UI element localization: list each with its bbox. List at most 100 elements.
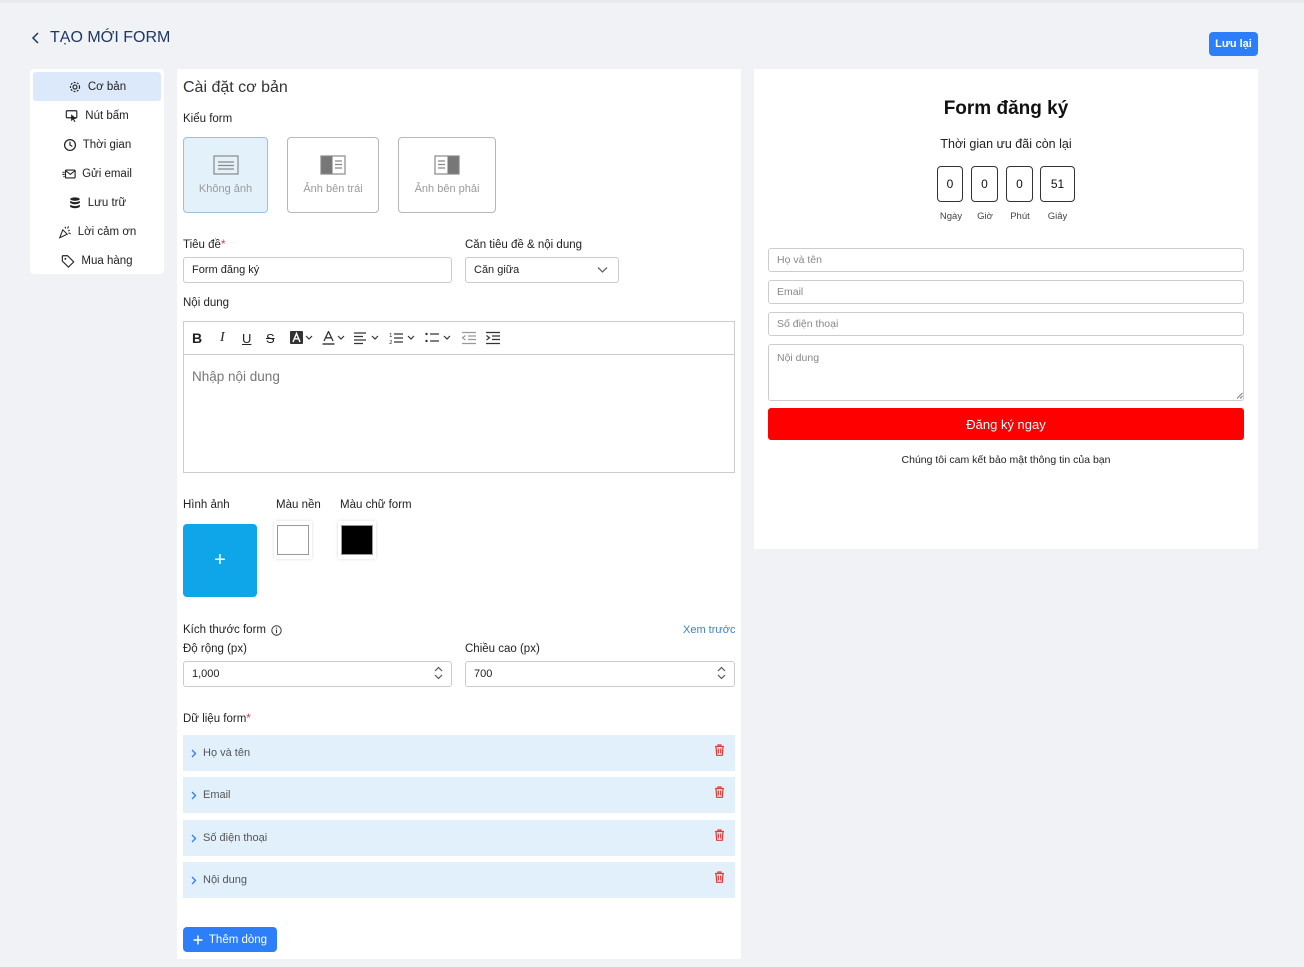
chevron-down-icon[interactable] bbox=[717, 674, 726, 680]
info-icon[interactable] bbox=[271, 624, 282, 636]
form-type-no-image[interactable]: Không ảnh bbox=[183, 137, 268, 213]
sidebar-item-label: Nút bấm bbox=[85, 109, 129, 122]
preview-name-input[interactable]: Họ và tên bbox=[768, 248, 1244, 272]
trash-icon[interactable] bbox=[714, 829, 725, 841]
countdown-unit: Giây bbox=[1047, 211, 1068, 222]
title-input[interactable]: Form đăng ký bbox=[183, 257, 452, 283]
sidebar-item-time[interactable]: Thời gian bbox=[33, 130, 161, 159]
back-button[interactable]: TẠO MỚI FORM bbox=[30, 29, 170, 47]
database-icon bbox=[69, 196, 80, 208]
align-left-icon bbox=[354, 332, 379, 345]
indent-button[interactable] bbox=[485, 328, 501, 348]
svg-text:2: 2 bbox=[389, 340, 393, 345]
gear-icon bbox=[69, 81, 80, 92]
chevron-down-icon[interactable] bbox=[434, 674, 443, 680]
preview-title: Form đăng ký bbox=[943, 98, 1069, 119]
text-color-swatch bbox=[341, 525, 373, 555]
bg-color-picker[interactable] bbox=[274, 521, 312, 559]
size-label-text: Kích thước form bbox=[183, 624, 266, 636]
align-select[interactable]: Căn giữa bbox=[465, 257, 619, 283]
required-mark: * bbox=[220, 239, 226, 251]
sidebar-item-storage[interactable]: Lưu trữ bbox=[33, 188, 161, 217]
chevron-up-icon[interactable] bbox=[717, 666, 726, 672]
fields-label-text: Dữ liệu form bbox=[183, 713, 247, 725]
width-stepper[interactable] bbox=[434, 666, 443, 680]
sidebar-item-email[interactable]: Gửi email bbox=[33, 159, 161, 188]
width-label: Độ rộng (px) bbox=[183, 643, 247, 655]
sidebar-item-label: Mua hàng bbox=[81, 254, 133, 267]
title-label: Tiêu đề* bbox=[183, 239, 225, 251]
strikethrough-button[interactable]: S bbox=[264, 328, 282, 348]
trash-icon[interactable] bbox=[714, 744, 725, 756]
privacy-note: Chúng tôi cam kết bảo mật thông tin của … bbox=[901, 454, 1111, 466]
form-type-image-left[interactable]: Ảnh bên trái bbox=[287, 137, 379, 213]
image-left-layout-icon bbox=[320, 155, 346, 175]
sidebar-item-label: Lưu trữ bbox=[87, 196, 127, 209]
form-preview: Form đăng ký Thời gian ưu đãi còn lại 0 … bbox=[754, 69, 1258, 549]
align-button[interactable] bbox=[354, 328, 381, 348]
align-select-value: Căn giữa bbox=[474, 264, 520, 276]
field-row-label: Họ và tên bbox=[203, 747, 251, 759]
trash-icon[interactable] bbox=[714, 786, 725, 798]
resize-handle-icon[interactable] bbox=[1236, 392, 1243, 399]
ordered-list-button[interactable]: 12 bbox=[389, 328, 417, 348]
image-label: Hình ảnh bbox=[183, 499, 230, 511]
trash-icon[interactable] bbox=[714, 871, 725, 883]
bullet-list-button[interactable] bbox=[425, 328, 453, 348]
form-type-label: Ảnh bên trái bbox=[303, 183, 363, 195]
chevron-up-icon[interactable] bbox=[434, 666, 443, 672]
height-stepper[interactable] bbox=[717, 666, 726, 680]
preview-submit-button[interactable]: Đăng ký ngay bbox=[768, 408, 1244, 440]
chevron-left-icon bbox=[31, 32, 39, 44]
sidebar-item-basic[interactable]: Cơ bản bbox=[33, 72, 161, 101]
sidebar-item-label: Gửi email bbox=[82, 167, 132, 180]
field-row-email[interactable]: Email bbox=[183, 777, 735, 813]
sidebar-item-button[interactable]: Nút bấm bbox=[33, 101, 161, 130]
outdent-button[interactable] bbox=[461, 328, 477, 348]
form-type-image-right[interactable]: Ảnh bên phải bbox=[398, 137, 496, 213]
plus-icon bbox=[193, 935, 203, 944]
countdown-unit: Ngày bbox=[939, 211, 963, 222]
countdown-minutes: 0 bbox=[1006, 166, 1033, 202]
image-upload-button[interactable]: + bbox=[183, 524, 257, 597]
editor-content-area[interactable]: Nhập nội dung bbox=[184, 355, 734, 398]
field-row-label: Nội dung bbox=[203, 874, 248, 886]
width-input-value: 1,000 bbox=[192, 668, 220, 680]
countdown-hours: 0 bbox=[971, 166, 998, 202]
underline-button[interactable]: U bbox=[240, 328, 256, 348]
sidebar-item-label: Cơ bản bbox=[87, 80, 127, 93]
bold-button[interactable]: B bbox=[192, 328, 208, 348]
highlight-color-button[interactable] bbox=[290, 328, 314, 348]
sidebar-item-thanks[interactable]: Lời cảm ơn bbox=[33, 217, 161, 246]
height-input[interactable]: 700 bbox=[465, 661, 735, 687]
chevron-right-icon bbox=[191, 876, 197, 884]
italic-button[interactable]: I bbox=[216, 328, 232, 348]
save-button[interactable]: Lưu lại bbox=[1209, 32, 1258, 56]
field-row-content[interactable]: Nội dung bbox=[183, 862, 735, 898]
settings-sidebar: Cơ bản Nút bấm Thời gian Gửi email Lưu t… bbox=[30, 69, 164, 274]
font-color-button[interactable] bbox=[322, 328, 346, 348]
preview-link[interactable]: Xem trước bbox=[683, 624, 735, 636]
form-type-label: Ảnh bên phải bbox=[414, 183, 480, 195]
form-type-label: Không ảnh bbox=[198, 183, 253, 195]
section-title: Cài đặt cơ bản bbox=[183, 79, 288, 96]
top-bar bbox=[0, 0, 1304, 3]
text-color-picker[interactable] bbox=[338, 521, 376, 559]
preview-content-textarea[interactable]: Nội dung bbox=[768, 344, 1244, 401]
email-send-icon bbox=[62, 168, 76, 179]
field-row-phone[interactable]: Số điện thoại bbox=[183, 820, 735, 856]
image-right-layout-icon bbox=[434, 155, 460, 175]
field-row-fullname[interactable]: Họ và tên bbox=[183, 735, 735, 771]
size-label: Kích thước form bbox=[183, 624, 282, 636]
title-label-text: Tiêu đề bbox=[183, 239, 221, 251]
width-input[interactable]: 1,000 bbox=[183, 661, 452, 687]
sidebar-item-purchase[interactable]: Mua hàng bbox=[33, 246, 161, 275]
field-row-label: Email bbox=[203, 789, 231, 801]
height-input-value: 700 bbox=[474, 668, 493, 680]
add-row-button[interactable]: Thêm dòng bbox=[183, 927, 277, 952]
preview-email-input[interactable]: Email bbox=[768, 280, 1244, 304]
tag-icon bbox=[62, 254, 75, 268]
party-popper-icon bbox=[58, 225, 71, 239]
preview-phone-input[interactable]: Số điện thoại bbox=[768, 312, 1244, 336]
rich-text-editor: B I U S 12 Nhập nội dung bbox=[183, 321, 735, 473]
